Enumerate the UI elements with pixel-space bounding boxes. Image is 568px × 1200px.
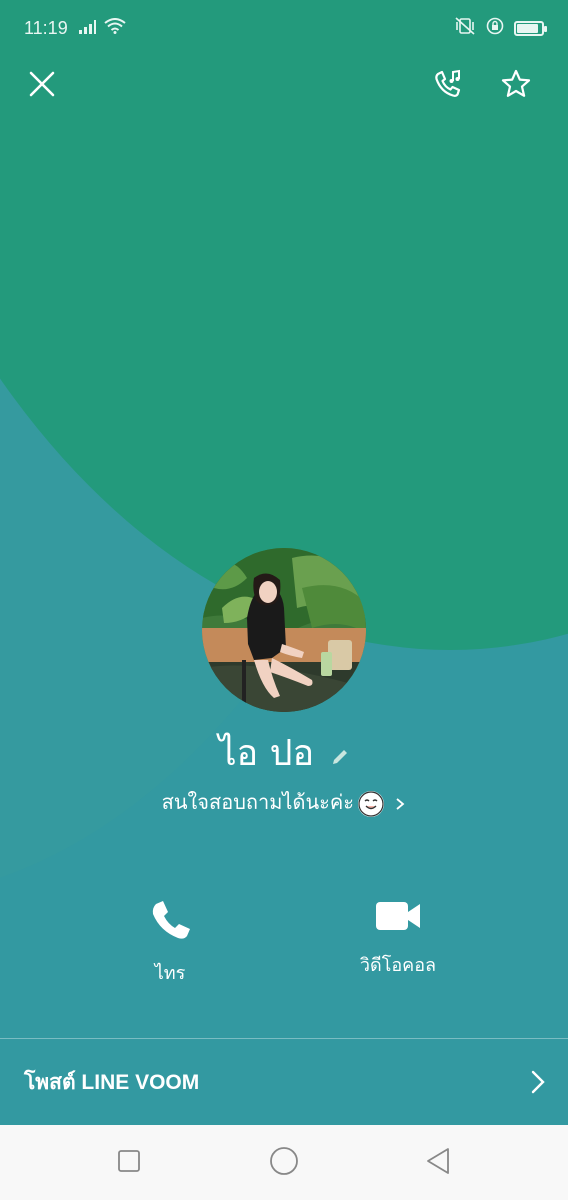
edit-name-button[interactable] — [330, 735, 350, 776]
status-icons-left — [78, 18, 126, 38]
ringback-tone-button[interactable] — [428, 66, 468, 106]
profile-screen: 11:19 ไอ ปอ สนใจสอบถามได้นะค่ะ ไทร วิดีโ… — [0, 0, 568, 1200]
phone-music-icon — [432, 68, 464, 104]
profile-name-row: ไอ ปอ — [0, 724, 568, 781]
smiling-face-emoji — [358, 790, 385, 817]
chevron-right-icon — [530, 1069, 546, 1099]
status-time: 11:19 — [24, 18, 68, 38]
video-call-label: วิดีโอคอล — [359, 955, 437, 976]
status-bar: 11:19 — [0, 0, 568, 58]
triangle-back-icon — [425, 1147, 451, 1179]
call-label: ไทร — [154, 963, 186, 984]
status-icons-right — [454, 17, 547, 39]
status-message: สนใจสอบถามได้นะค่ะ — [161, 790, 355, 814]
profile-avatar[interactable] — [202, 548, 366, 712]
star-icon — [500, 68, 532, 104]
video-camera-icon — [374, 902, 422, 938]
line-voom-posts-row[interactable]: โพสต์ LINE VOOM — [0, 1039, 568, 1125]
favorite-button[interactable] — [496, 66, 536, 106]
chevron-right-icon — [388, 790, 406, 814]
home-button[interactable] — [268, 1147, 300, 1179]
profile-name: ไอ ปอ — [218, 733, 315, 774]
signal-icon — [78, 19, 96, 38]
back-button[interactable] — [422, 1147, 454, 1179]
square-icon — [117, 1149, 141, 1177]
battery-icon — [514, 20, 547, 36]
line-voom-label: โพสต์ LINE VOOM — [24, 1070, 200, 1094]
status-message-row[interactable]: สนใจสอบถามได้นะค่ะ — [0, 786, 568, 818]
wifi-icon — [104, 18, 126, 38]
circle-icon — [269, 1146, 299, 1180]
video-call-button[interactable]: วิดีโอคอล — [318, 898, 478, 979]
phone-icon — [148, 901, 192, 946]
rotation-lock-icon — [486, 17, 504, 39]
call-button[interactable]: ไทร — [90, 898, 250, 987]
pencil-icon — [330, 735, 350, 776]
close-icon — [28, 70, 56, 102]
avatar-photo — [202, 548, 366, 712]
navigation-bar — [0, 1125, 568, 1200]
close-button[interactable] — [22, 66, 62, 106]
vibrate-off-icon — [454, 17, 476, 39]
recent-apps-button[interactable] — [113, 1147, 145, 1179]
